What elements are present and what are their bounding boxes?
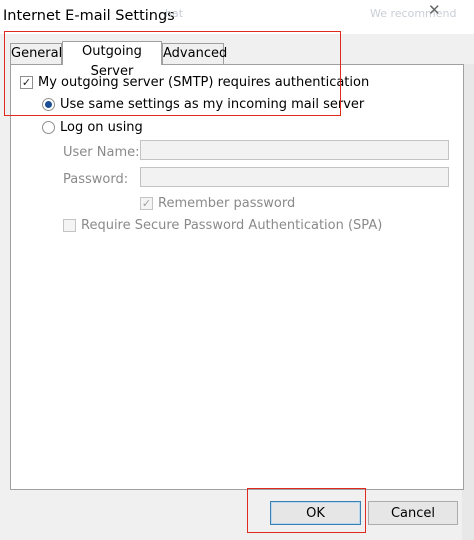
spa-option[interactable]: Require Secure Password Authentication (… bbox=[63, 218, 382, 233]
background-text: hat bbox=[165, 7, 184, 20]
smtp-auth-label: My outgoing server (SMTP) requires authe… bbox=[38, 75, 370, 90]
log-on-using-radio[interactable] bbox=[42, 121, 55, 134]
cancel-button[interactable]: Cancel bbox=[368, 501, 458, 525]
tab-general[interactable]: General bbox=[10, 43, 62, 65]
log-on-using-label: Log on using bbox=[60, 120, 143, 135]
spa-label: Require Secure Password Authentication (… bbox=[81, 218, 383, 233]
remember-password-checkbox[interactable]: ✓ bbox=[140, 197, 153, 210]
tab-outgoing-server[interactable]: Outgoing Server bbox=[62, 41, 162, 79]
username-label: User Name: bbox=[63, 145, 140, 160]
close-icon[interactable]: ✕ bbox=[428, 1, 441, 19]
password-field[interactable] bbox=[140, 167, 449, 187]
use-same-settings-radio[interactable] bbox=[42, 98, 55, 111]
tab-label: General bbox=[11, 46, 63, 61]
username-field[interactable] bbox=[140, 140, 449, 160]
tab-label: Outgoing Server bbox=[82, 44, 142, 79]
tab-advanced[interactable]: Advanced bbox=[162, 43, 228, 65]
use-same-settings-option[interactable]: Use same settings as my incoming mail se… bbox=[42, 97, 364, 112]
radio-dot-icon bbox=[45, 101, 52, 108]
spa-checkbox[interactable] bbox=[63, 219, 76, 232]
ok-button[interactable]: OK bbox=[270, 501, 361, 525]
password-label: Password: bbox=[63, 172, 129, 187]
remember-password-option[interactable]: ✓ Remember password bbox=[140, 196, 295, 211]
log-on-using-option[interactable]: Log on using bbox=[42, 120, 143, 135]
title-bar: Internet E-mail Settings We recommend ha… bbox=[0, 0, 474, 34]
use-same-settings-label: Use same settings as my incoming mail se… bbox=[60, 97, 365, 112]
smtp-auth-option[interactable]: ✓ My outgoing server (SMTP) requires aut… bbox=[20, 75, 369, 90]
remember-password-label: Remember password bbox=[158, 196, 296, 211]
window-title: Internet E-mail Settings bbox=[3, 8, 175, 24]
smtp-auth-checkbox[interactable]: ✓ bbox=[20, 76, 33, 89]
tab-label: Advanced bbox=[163, 46, 228, 61]
background-text: We recommend bbox=[370, 7, 457, 20]
